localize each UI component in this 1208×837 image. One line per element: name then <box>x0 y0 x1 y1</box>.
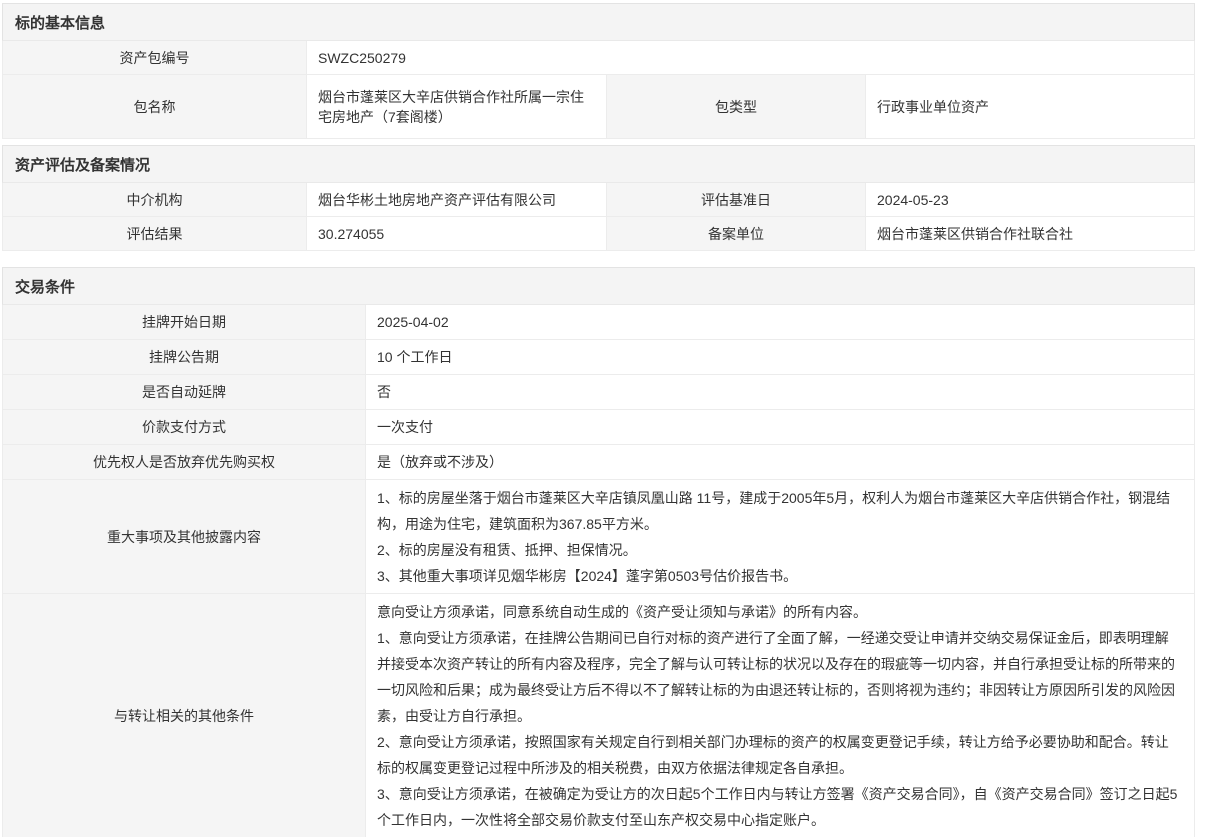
field-value: 行政事业单位资产 <box>866 75 1194 138</box>
section-body-basic-info: 资产包编号 SWZC250279 包名称 烟台市蓬莱区大辛店供销合作社所属一宗住… <box>2 41 1195 139</box>
field-value: 烟台华彬土地房地产资产评估有限公司 <box>307 183 607 216</box>
field-label: 挂牌开始日期 <box>3 305 366 339</box>
condition-line: 2、意向受让方须承诺，按照国家有关规定自行到相关部门办理标的资产的权属变更登记手… <box>377 729 1182 781</box>
asset-detail-table: 标的基本信息 资产包编号 SWZC250279 包名称 烟台市蓬莱区大辛店供销合… <box>2 3 1195 837</box>
field-value: SWZC250279 <box>307 41 1194 74</box>
field-label: 评估结果 <box>3 217 307 250</box>
field-label: 重大事项及其他披露内容 <box>3 480 366 593</box>
table-row: 资产包编号 SWZC250279 <box>3 41 1194 75</box>
field-label: 包名称 <box>3 75 307 138</box>
field-value: 是（放弃或不涉及） <box>366 445 1194 479</box>
field-label: 与转让相关的其他条件 <box>3 594 366 837</box>
section-header-basic-info: 标的基本信息 <box>2 3 1195 41</box>
table-row: 是否自动延牌 否 <box>3 375 1194 410</box>
table-row: 优先权人是否放弃优先购买权 是（放弃或不涉及） <box>3 445 1194 480</box>
table-row: 与转让相关的其他条件 意向受让方须承诺，同意系统自动生成的《资产受让须知与承诺》… <box>3 594 1194 837</box>
table-row: 中介机构 烟台华彬土地房地产资产评估有限公司 评估基准日 2024-05-23 <box>3 183 1194 217</box>
section-body-trade-conditions: 挂牌开始日期 2025-04-02 挂牌公告期 10 个工作日 是否自动延牌 否… <box>2 305 1195 837</box>
disclosure-line: 2、标的房屋没有租赁、抵押、担保情况。 <box>377 537 1182 563</box>
section-header-trade-conditions: 交易条件 <box>2 267 1195 305</box>
field-label: 优先权人是否放弃优先购买权 <box>3 445 366 479</box>
field-value: 2025-04-02 <box>366 305 1194 339</box>
field-label: 备案单位 <box>607 217 866 250</box>
field-label: 中介机构 <box>3 183 307 216</box>
field-label: 是否自动延牌 <box>3 375 366 409</box>
table-row: 评估结果 30.274055 备案单位 烟台市蓬莱区供销合作社联合社 <box>3 217 1194 251</box>
section-title: 标的基本信息 <box>15 12 105 33</box>
field-label: 价款支付方式 <box>3 410 366 444</box>
table-row: 挂牌开始日期 2025-04-02 <box>3 305 1194 340</box>
disclosure-line: 3、其他重大事项详见烟华彬房【2024】蓬字第0503号估价报告书。 <box>377 563 1182 589</box>
field-value: 一次支付 <box>366 410 1194 444</box>
field-value: 1、标的房屋坐落于烟台市蓬莱区大辛店镇凤凰山路 11号，建成于2005年5月，权… <box>366 480 1194 593</box>
disclosure-line: 1、标的房屋坐落于烟台市蓬莱区大辛店镇凤凰山路 11号，建成于2005年5月，权… <box>377 485 1182 537</box>
condition-line: 3、意向受让方须承诺，在被确定为受让方的次日起5个工作日内与转让方签署《资产交易… <box>377 781 1182 833</box>
field-value: 意向受让方须承诺，同意系统自动生成的《资产受让须知与承诺》的所有内容。 1、意向… <box>366 594 1194 837</box>
field-value: 否 <box>366 375 1194 409</box>
field-value: 10 个工作日 <box>366 340 1194 374</box>
field-label: 包类型 <box>607 75 866 138</box>
field-value: 烟台市蓬莱区大辛店供销合作社所属一宗住宅房地产（7套阁楼） <box>307 75 607 138</box>
field-value: 烟台市蓬莱区供销合作社联合社 <box>866 217 1194 250</box>
field-label: 资产包编号 <box>3 41 307 74</box>
section-header-appraisal: 资产评估及备案情况 <box>2 145 1195 183</box>
section-body-appraisal: 中介机构 烟台华彬土地房地产资产评估有限公司 评估基准日 2024-05-23 … <box>2 183 1195 251</box>
table-row: 包名称 烟台市蓬莱区大辛店供销合作社所属一宗住宅房地产（7套阁楼） 包类型 行政… <box>3 75 1194 139</box>
section-title: 交易条件 <box>15 276 75 297</box>
section-title: 资产评估及备案情况 <box>15 154 150 175</box>
condition-line: 意向受让方须承诺，同意系统自动生成的《资产受让须知与承诺》的所有内容。 <box>377 599 1182 625</box>
table-row: 挂牌公告期 10 个工作日 <box>3 340 1194 375</box>
table-row: 重大事项及其他披露内容 1、标的房屋坐落于烟台市蓬莱区大辛店镇凤凰山路 11号，… <box>3 480 1194 594</box>
field-label: 挂牌公告期 <box>3 340 366 374</box>
field-label: 评估基准日 <box>607 183 866 216</box>
condition-line: 1、意向受让方须承诺，在挂牌公告期间已自行对标的资产进行了全面了解，一经递交受让… <box>377 625 1182 729</box>
field-value: 2024-05-23 <box>866 183 1194 216</box>
field-value: 30.274055 <box>307 217 607 250</box>
table-row: 价款支付方式 一次支付 <box>3 410 1194 445</box>
